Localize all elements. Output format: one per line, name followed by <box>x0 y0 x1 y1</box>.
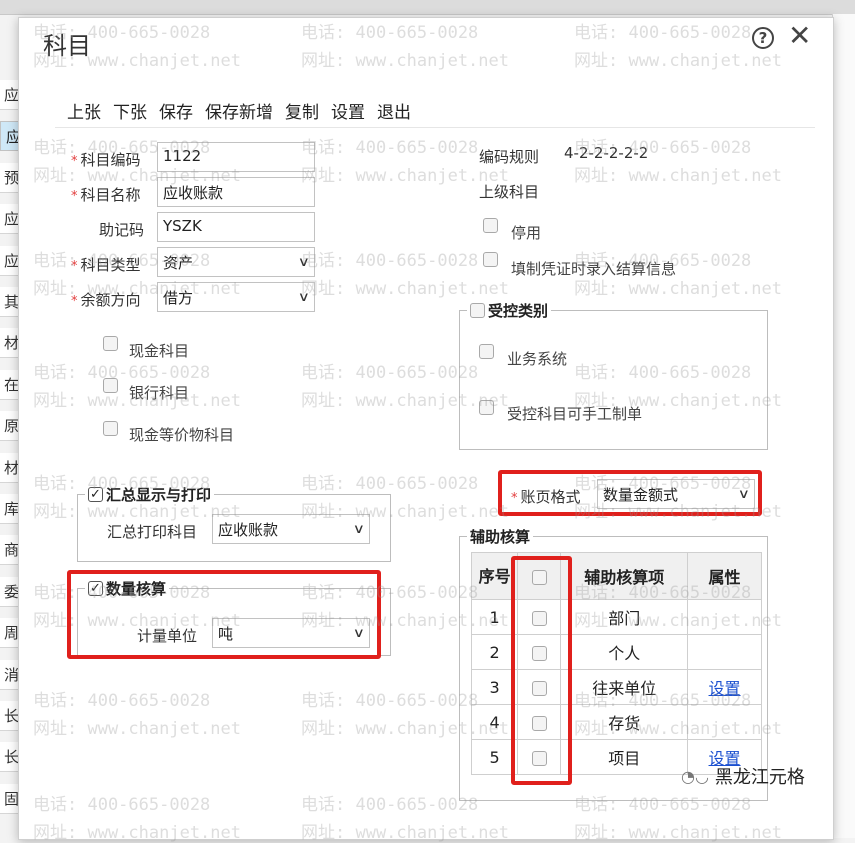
exit-button[interactable]: 退出 <box>377 98 411 123</box>
controlled-fieldset <box>459 310 768 450</box>
mnemonic-input[interactable]: YSZK <box>157 212 315 242</box>
save-button[interactable]: 保存 <box>159 98 193 123</box>
brand-watermark: ◔◡ 黑龙江元格 <box>681 766 805 789</box>
aux-header-attr: 属性 <box>687 552 762 600</box>
cash-account-label: 现金科目 <box>129 342 190 360</box>
aux-row-attr <box>687 599 762 635</box>
watermark-site: 网址: www.chanjet.net <box>33 719 241 739</box>
aux-checkbox-highlight-box <box>511 556 572 785</box>
chat-bubble-icon: ◔◡ <box>681 766 709 786</box>
background-right-column <box>832 14 855 838</box>
manual-entry-checkbox[interactable] <box>479 400 494 415</box>
summary-print-label: 汇总打印科目 <box>107 523 198 541</box>
aux-header-name: 辅助核算项 <box>560 552 689 600</box>
watermark-phone: 电话: 400-665-0028 <box>33 795 211 815</box>
help-icon[interactable]: ? <box>752 27 774 49</box>
balance-direction-label: * 余额方向 <box>71 291 141 309</box>
chevron-down-icon: ∨ <box>298 289 311 305</box>
account-name-label: * 科目名称 <box>71 186 141 204</box>
aux-row-name: 项目 <box>560 739 689 775</box>
summary-print-select[interactable]: 应收账款 ∨ <box>212 514 370 544</box>
aux-legend: 辅助核算 <box>467 526 534 547</box>
page-format-highlight-box <box>498 470 762 516</box>
watermark-site: 网址: www.chanjet.net <box>574 166 782 186</box>
summary-legend: 汇总显示与打印 <box>85 484 215 505</box>
aux-row-attr <box>687 704 762 740</box>
watermark-phone: 电话: 400-665-0028 <box>301 363 479 383</box>
cash-equivalent-checkbox[interactable] <box>103 421 118 436</box>
watermark-site: 网址: www.chanjet.net <box>301 823 509 843</box>
aux-row-name: 往来单位 <box>560 669 689 705</box>
watermark-site: 网址: www.chanjet.net <box>574 51 782 71</box>
account-type-value: 资产 <box>163 253 194 272</box>
watermark-phone: 电话: 400-665-0028 <box>301 138 479 158</box>
bank-account-label: 银行科目 <box>129 384 190 402</box>
balance-direction-value: 借方 <box>163 288 194 307</box>
aux-row-attr <box>687 634 762 670</box>
code-rule-value: 4-2-2-2-2-2 <box>564 144 649 162</box>
watermark-site: 网址: www.chanjet.net <box>301 51 509 71</box>
watermark-phone: 电话: 400-665-0028 <box>33 691 211 711</box>
copy-button[interactable]: 复制 <box>285 98 319 123</box>
controlled-legend: 受控类别 <box>467 300 552 321</box>
account-type-select[interactable]: 资产 ∨ <box>157 247 315 277</box>
prev-button[interactable]: 上张 <box>67 98 101 123</box>
aux-row-name: 个人 <box>560 634 689 670</box>
close-icon[interactable]: ✕ <box>788 22 811 50</box>
disabled-label: 停用 <box>511 224 542 242</box>
account-name-input[interactable]: 应收账款 <box>157 177 315 207</box>
aux-row-name: 存货 <box>560 704 689 740</box>
settings-button[interactable]: 设置 <box>331 98 365 123</box>
chevron-down-icon: ∨ <box>353 521 366 537</box>
watermark-phone: 电话: 400-665-0028 <box>33 363 211 383</box>
summary-print-value: 应收账款 <box>218 520 279 539</box>
controlled-checkbox[interactable] <box>470 303 485 318</box>
watermark-site: 网址: www.chanjet.net <box>301 166 509 186</box>
settlement-checkbox[interactable] <box>483 252 498 267</box>
mnemonic-label: 助记码 <box>99 221 145 239</box>
summary-checkbox[interactable] <box>88 487 103 502</box>
chevron-down-icon: ∨ <box>298 254 311 270</box>
business-system-label: 业务系统 <box>507 350 568 368</box>
dialog-title: 科目 <box>43 32 91 60</box>
background-table-header <box>0 0 855 15</box>
watermark-site: 网址: www.chanjet.net <box>301 279 509 299</box>
watermark-phone: 电话: 400-665-0028 <box>301 691 479 711</box>
account-dialog: 科目 ? ✕ 上张 下张 保存 保存新增 复制 设置 退出 * 科目编码 1122… <box>18 17 834 843</box>
watermark-phone: 电话: 400-665-0028 <box>301 474 479 494</box>
aux-row-name: 部门 <box>560 599 689 635</box>
disabled-checkbox[interactable] <box>483 218 498 233</box>
watermark-site: 网址: www.chanjet.net <box>574 823 782 843</box>
parent-account-label: 上级科目 <box>479 183 540 201</box>
settlement-label: 填制凭证时录入结算信息 <box>511 260 677 278</box>
manual-entry-label: 受控科目可手工制单 <box>507 405 643 423</box>
aux-row-attr: 设置 <box>687 669 762 705</box>
account-code-label: * 科目编码 <box>71 151 141 169</box>
next-button[interactable]: 下张 <box>113 98 147 123</box>
aux-settings-link[interactable]: 设置 <box>709 679 741 698</box>
watermark-phone: 电话: 400-665-0028 <box>574 23 752 43</box>
watermark-phone: 电话: 400-665-0028 <box>301 23 479 43</box>
business-system-checkbox[interactable] <box>479 344 494 359</box>
watermark-phone: 电话: 400-665-0028 <box>301 795 479 815</box>
code-rule-label: 编码规则 <box>479 148 540 166</box>
balance-direction-select[interactable]: 借方 ∨ <box>157 282 315 312</box>
watermark-phone: 电话: 400-665-0028 <box>301 251 479 271</box>
save-new-button[interactable]: 保存新增 <box>205 98 273 123</box>
account-type-label: * 科目类型 <box>71 256 141 274</box>
cash-account-checkbox[interactable] <box>103 336 118 351</box>
cash-equivalent-label: 现金等价物科目 <box>129 426 235 444</box>
toolbar: 上张 下张 保存 保存新增 复制 设置 退出 <box>67 98 411 123</box>
account-code-input[interactable]: 1122 <box>157 142 315 172</box>
watermark-site: 网址: www.chanjet.net <box>33 823 241 843</box>
toolbar-divider <box>55 127 815 128</box>
bank-account-checkbox[interactable] <box>103 378 118 393</box>
quantity-highlight-box <box>67 570 381 659</box>
